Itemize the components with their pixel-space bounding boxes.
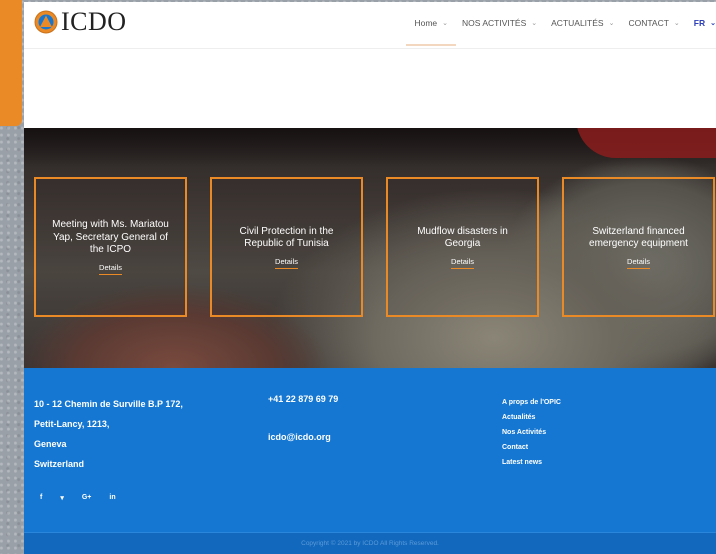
nav-activites-label: NOS ACTIVITÉS bbox=[462, 18, 527, 28]
logo-text: ICDO bbox=[61, 7, 127, 36]
footer-contact: +41 22 879 69 79 icdo@icdo.org bbox=[268, 394, 338, 442]
news-card[interactable]: Switzerland financed emergency equipment… bbox=[562, 177, 715, 317]
chevron-down-icon: ⌄ bbox=[673, 20, 680, 27]
nav-contact[interactable]: CONTACT ⌄ bbox=[628, 18, 679, 28]
card-title: Meeting with Ms. Mariatou Yap, Secretary… bbox=[52, 219, 169, 256]
footer-phone[interactable]: +41 22 879 69 79 bbox=[268, 394, 338, 404]
copyright-bar: Copyright © 2021 by ICDO All Rights Rese… bbox=[24, 532, 716, 554]
facebook-icon[interactable]: f bbox=[40, 494, 42, 502]
address-line: Geneva bbox=[34, 439, 67, 449]
chevron-down-icon: ⌄ bbox=[608, 20, 615, 27]
card-title: Mudflow disasters in Georgia bbox=[417, 225, 508, 250]
main-nav: Home ⌄ NOS ACTIVITÉS ⌄ ACTUALITÉS ⌄ CONT… bbox=[400, 18, 716, 46]
chevron-down-icon: ⌄ bbox=[710, 20, 716, 27]
nav-home[interactable]: Home ⌄ bbox=[406, 18, 456, 46]
footer: 10 - 12 Chemin de Surville B.P 172, Peti… bbox=[24, 368, 716, 532]
nav-home-label: Home bbox=[414, 18, 438, 28]
logo[interactable]: ICDO bbox=[34, 7, 127, 36]
news-card[interactable]: Mudflow disasters in Georgia Details bbox=[386, 177, 539, 317]
details-link[interactable]: Details bbox=[275, 257, 298, 269]
news-card[interactable]: Civil Protection in the Republic of Tuni… bbox=[210, 177, 363, 317]
footer-link-contact[interactable]: Contact bbox=[502, 440, 561, 455]
side-tab[interactable] bbox=[0, 0, 22, 126]
copyright-text: Copyright © 2021 by ICDO All Rights Rese… bbox=[301, 540, 439, 547]
details-link[interactable]: Details bbox=[627, 257, 650, 269]
language-selector[interactable]: FR ⌄ bbox=[694, 18, 716, 28]
footer-link-about[interactable]: A props de l'OPIC bbox=[502, 395, 561, 410]
language-label: FR bbox=[693, 18, 706, 28]
page: ICDO Home ⌄ NOS ACTIVITÉS ⌄ ACTUALITÉS ⌄… bbox=[24, 2, 716, 554]
details-link[interactable]: Details bbox=[99, 263, 122, 275]
google-plus-icon[interactable]: G+ bbox=[82, 494, 92, 502]
address-line: Petit-Lancy, 1213, bbox=[34, 419, 110, 429]
footer-email[interactable]: icdo@icdo.org bbox=[268, 432, 338, 442]
chevron-down-icon: ⌄ bbox=[531, 20, 538, 27]
nav-actualites-label: ACTUALITÉS bbox=[551, 18, 604, 28]
header: ICDO Home ⌄ NOS ACTIVITÉS ⌄ ACTUALITÉS ⌄… bbox=[24, 2, 716, 49]
card-title: Switzerland financed emergency equipment bbox=[589, 225, 688, 250]
social-links: f ▾ G+ in bbox=[40, 494, 134, 502]
logo-icon bbox=[34, 10, 58, 34]
card-title: Civil Protection in the Republic of Tuni… bbox=[239, 225, 334, 250]
address-line: Switzerland bbox=[34, 459, 85, 469]
linkedin-icon[interactable]: in bbox=[109, 494, 115, 502]
chevron-down-icon: ⌄ bbox=[442, 20, 449, 27]
nav-activites[interactable]: NOS ACTIVITÉS ⌄ bbox=[462, 18, 537, 28]
nav-actualites[interactable]: ACTUALITÉS ⌄ bbox=[551, 18, 614, 28]
nav-contact-label: CONTACT bbox=[628, 18, 669, 28]
address-line: 10 - 12 Chemin de Surville B.P 172, bbox=[34, 399, 183, 409]
footer-link-actualites[interactable]: Actualités bbox=[502, 410, 561, 425]
footer-link-latest-news[interactable]: Latest news bbox=[502, 455, 561, 470]
news-card[interactable]: Meeting with Ms. Mariatou Yap, Secretary… bbox=[34, 177, 187, 317]
hero-helmet-shape bbox=[576, 128, 716, 158]
details-link[interactable]: Details bbox=[451, 257, 474, 269]
hero-banner: Meeting with Ms. Mariatou Yap, Secretary… bbox=[24, 128, 716, 368]
footer-link-activites[interactable]: Nos Activités bbox=[502, 425, 561, 440]
twitter-icon[interactable]: ▾ bbox=[60, 494, 64, 502]
footer-address: 10 - 12 Chemin de Surville B.P 172, Peti… bbox=[34, 394, 183, 474]
footer-links: A props de l'OPIC Actualités Nos Activit… bbox=[502, 395, 561, 470]
